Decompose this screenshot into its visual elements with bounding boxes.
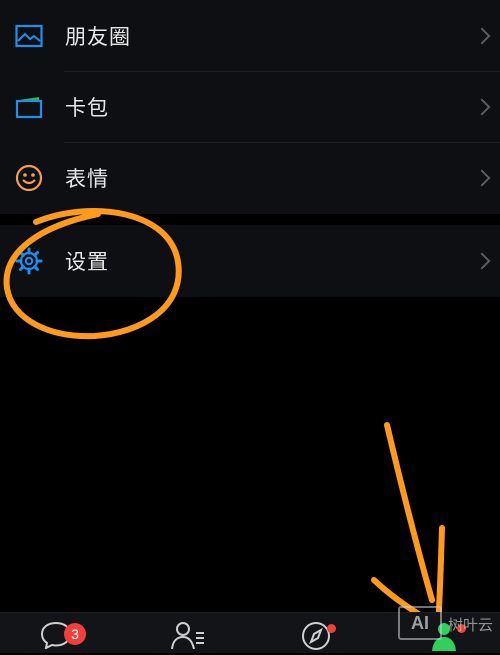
- annotation-circle: [3, 208, 182, 340]
- discover-notification-dot: [327, 624, 336, 633]
- tab-contacts[interactable]: [168, 619, 208, 653]
- watermark: AI 树叶云: [398, 604, 498, 644]
- compass-icon: [300, 619, 332, 653]
- annotation-arrow-shaft: [384, 422, 435, 603]
- wechat-me-screen: 朋友圈 卡包 表情 设置 3 AI 树叶云: [0, 0, 500, 653]
- annotation-overlay: [3, 208, 445, 631]
- watermark-text: 树叶云: [448, 616, 494, 634]
- unread-count-badge: 3: [64, 623, 86, 645]
- contacts-icon: [170, 619, 206, 653]
- watermark-logo: AI: [398, 606, 442, 640]
